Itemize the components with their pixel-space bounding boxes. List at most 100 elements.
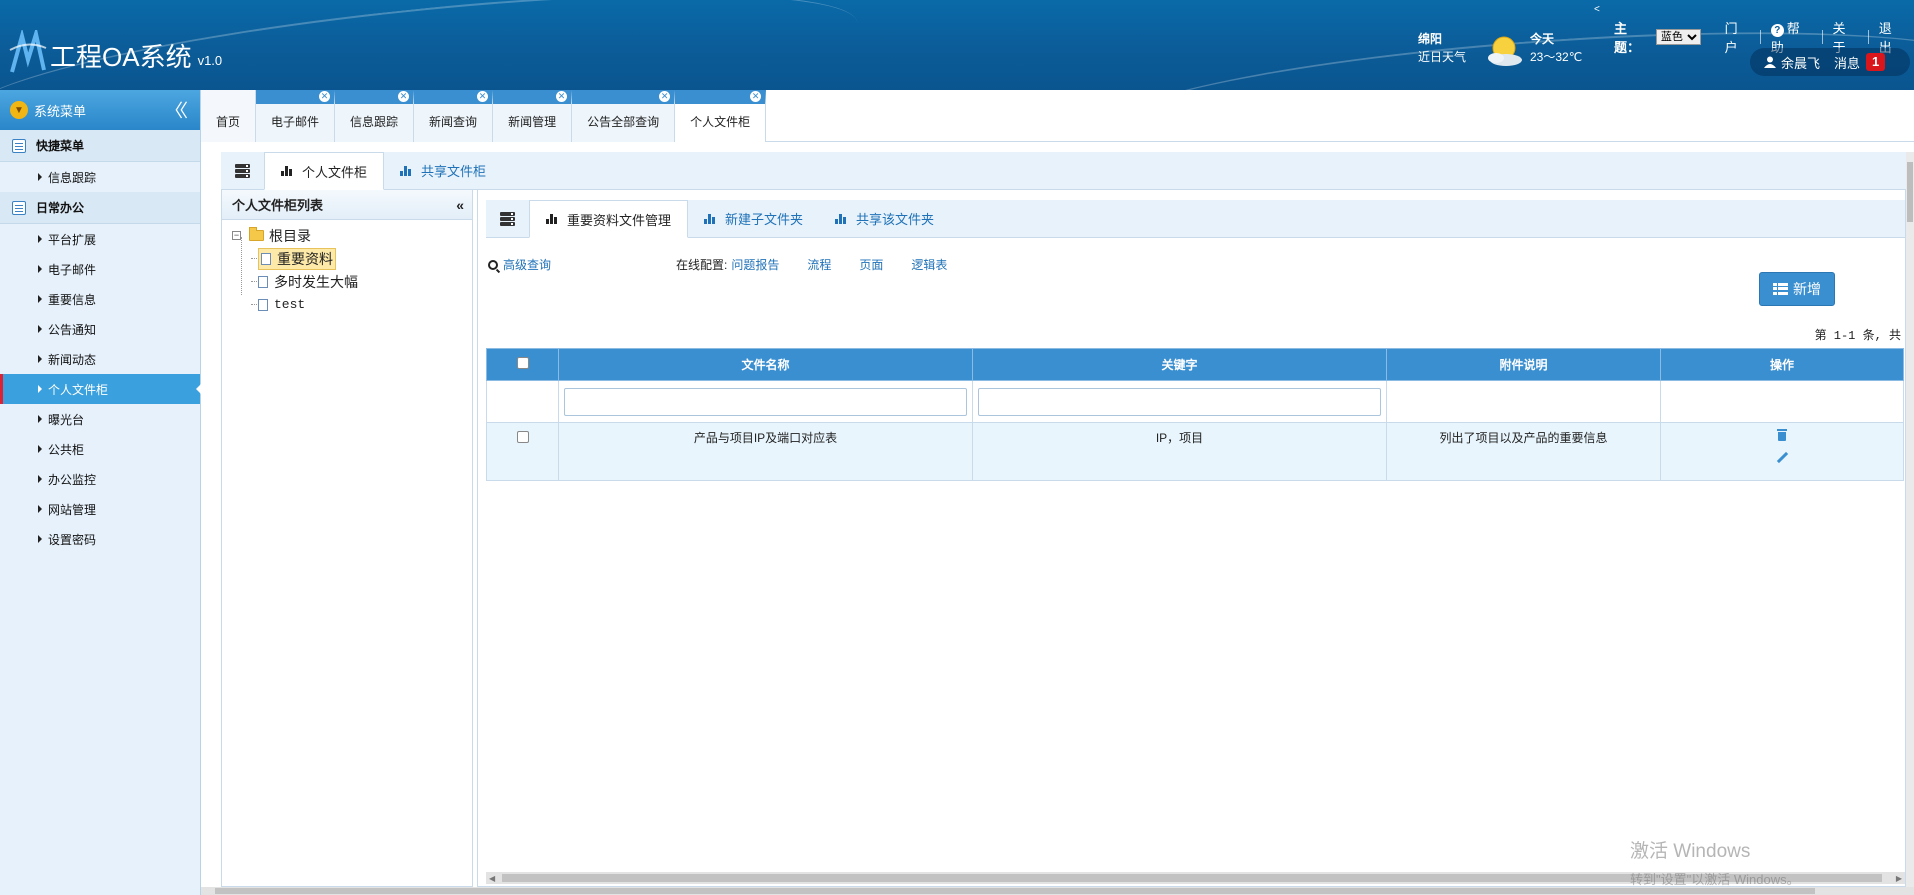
folder-action-tabs: 重要资料文件管理 新建子文件夹 共享该文件夹: [486, 200, 1905, 238]
close-icon[interactable]: ✕: [750, 91, 762, 102]
sidebar-item-info-tracking[interactable]: 信息跟踪: [0, 162, 200, 192]
scrollbar-thumb[interactable]: [215, 888, 1815, 894]
messages-link[interactable]: 消息: [1834, 53, 1860, 72]
filter-cell: [972, 380, 1387, 423]
sidebar-item-password[interactable]: 设置密码: [0, 524, 200, 554]
user-name[interactable]: 余晨飞: [1781, 53, 1820, 72]
tab-file-management[interactable]: 重要资料文件管理: [529, 200, 689, 238]
tree-node-test[interactable]: test: [232, 293, 472, 316]
subtab-label: 共享该文件夹: [856, 212, 935, 227]
tree-node-folder2[interactable]: 多时发生大幅: [232, 270, 472, 293]
panel-menu-button[interactable]: [221, 152, 264, 189]
filter-cell: [1660, 380, 1904, 423]
tree-node-root[interactable]: − 根目录: [232, 224, 472, 247]
list-icon: [12, 138, 26, 153]
scroll-left-icon[interactable]: ◀: [489, 874, 495, 883]
column-header[interactable]: 附件说明: [1386, 348, 1661, 381]
theme-select[interactable]: 蓝色: [1655, 29, 1701, 45]
sidebar-item-email[interactable]: 电子邮件: [0, 254, 200, 284]
table-row[interactable]: 产品与项目IP及端口对应表 IP，项目 列出了项目以及产品的重要信息: [486, 422, 1904, 481]
tree-node-important[interactable]: 重要资料: [232, 247, 472, 270]
bar-chart-icon: [835, 213, 847, 224]
folder-tree: − 根目录 重要资料 多时发生大幅 test: [222, 220, 472, 316]
tab-shared-cabinet[interactable]: 共享文件柜: [384, 152, 502, 189]
column-header[interactable]: 文件名称: [558, 348, 973, 381]
close-icon[interactable]: ✕: [477, 91, 489, 102]
tree-node-selected[interactable]: 重要资料: [258, 247, 336, 270]
collapse-arrow-icon[interactable]: <: [1594, 4, 1600, 15]
tab-home[interactable]: 首页: [201, 90, 257, 142]
subtab-label: 重要资料文件管理: [567, 212, 672, 228]
tree-node-label: test: [274, 297, 306, 312]
collapse-tree-icon[interactable]: «: [456, 197, 464, 213]
sidebar-item-public-cabinet[interactable]: 公共柜: [0, 434, 200, 464]
close-icon[interactable]: ✕: [319, 91, 331, 102]
config-link-report[interactable]: 问题报告: [731, 256, 779, 273]
filter-row: [486, 380, 1904, 423]
config-link-page[interactable]: 页面: [859, 256, 883, 273]
tab-label: 公告全部查询: [587, 115, 660, 129]
sidebar-item-notices[interactable]: 公告通知: [0, 314, 200, 344]
filename-filter-input[interactable]: [564, 387, 967, 416]
user-bar: 余晨飞 消息 1: [1750, 48, 1910, 76]
weather-label: 近日天气: [1418, 50, 1467, 64]
sidebar-item-monitor[interactable]: 办公监控: [0, 464, 200, 494]
add-button-label: 新增: [1793, 281, 1821, 297]
app-header: 工程OA系统 v1.0 绵阳 近日天气 今天 23～32℃ < 主题： 蓝色 门…: [0, 0, 1914, 90]
tab-info-tracking[interactable]: ✕ 信息跟踪: [335, 90, 415, 142]
sidebar-group-office[interactable]: 日常办公: [0, 192, 200, 224]
config-link-logic[interactable]: 逻辑表: [911, 256, 947, 273]
config-link-flow[interactable]: 流程: [807, 256, 831, 273]
collapse-node-icon[interactable]: −: [232, 231, 241, 240]
file-name-cell: 产品与项目IP及端口对应表: [558, 422, 973, 481]
sidebar-item-site-admin[interactable]: 网站管理: [0, 494, 200, 524]
server-stack-icon: [500, 211, 515, 226]
sidebar-item-exposure[interactable]: 曝光台: [0, 404, 200, 434]
scrollbar-thumb[interactable]: [1907, 162, 1913, 222]
panel-menu-button[interactable]: [486, 200, 529, 237]
bar-chart-icon: [704, 213, 716, 224]
message-count-badge[interactable]: 1: [1866, 53, 1886, 71]
delete-icon[interactable]: [1777, 429, 1787, 441]
sidebar-group-quick[interactable]: 快捷菜单: [0, 130, 200, 162]
tab-label: 首页: [216, 115, 241, 129]
add-button[interactable]: 新增: [1759, 272, 1835, 306]
close-icon[interactable]: ✕: [659, 91, 671, 102]
portal-link[interactable]: 门户: [1725, 18, 1750, 56]
sidebar-title: 系统菜单: [34, 103, 87, 119]
row-checkbox[interactable]: [516, 431, 529, 443]
vertical-scrollbar[interactable]: [1906, 152, 1914, 887]
collapse-sidebar-icon[interactable]: 〈〈: [165, 97, 188, 123]
list-icon: [12, 200, 26, 215]
advanced-query-link[interactable]: 高级查询: [488, 256, 551, 273]
page-horizontal-scrollbar[interactable]: [201, 887, 1914, 895]
scroll-right-icon[interactable]: ▶: [1896, 874, 1902, 883]
column-header[interactable]: 关键字: [972, 348, 1387, 381]
tab-news-query[interactable]: ✕ 新闻查询: [414, 90, 494, 142]
tab-news-admin[interactable]: ✕ 新闻管理: [493, 90, 573, 142]
chevron-down-icon[interactable]: ▼: [10, 101, 28, 119]
sidebar-item-platform[interactable]: 平台扩展: [0, 224, 200, 254]
tab-label: 个人文件柜: [690, 115, 751, 129]
sidebar-item-label: 公共柜: [48, 442, 85, 457]
tab-email[interactable]: ✕ 电子邮件: [256, 90, 336, 142]
tab-share-folder[interactable]: 共享该文件夹: [819, 200, 950, 237]
close-icon[interactable]: ✕: [556, 91, 568, 102]
pagination-info: 第 1-1 条, 共: [1814, 329, 1901, 343]
sidebar-item-personal-cabinet[interactable]: 个人文件柜: [0, 374, 201, 404]
tab-personal-cabinet-sub[interactable]: 个人文件柜: [264, 152, 385, 190]
sidebar-group-label: 日常办公: [36, 201, 85, 215]
tab-new-subfolder[interactable]: 新建子文件夹: [688, 200, 819, 237]
sidebar-item-important-info[interactable]: 重要信息: [0, 284, 200, 314]
filter-cell: [558, 380, 973, 423]
tab-label: 信息跟踪: [350, 115, 399, 129]
keyword-filter-input[interactable]: [978, 387, 1381, 416]
tab-personal-cabinet[interactable]: ✕ 个人文件柜: [675, 90, 767, 142]
tab-notice-query[interactable]: ✕ 公告全部查询: [572, 90, 676, 142]
select-all-checkbox[interactable]: [516, 357, 529, 369]
sidebar-item-news[interactable]: 新闻动态: [0, 344, 200, 374]
weather-location: 绵阳 近日天气: [1418, 30, 1466, 66]
edit-icon[interactable]: [1776, 452, 1788, 464]
close-icon[interactable]: ✕: [398, 91, 410, 102]
tab-label: 新闻查询: [429, 115, 478, 129]
